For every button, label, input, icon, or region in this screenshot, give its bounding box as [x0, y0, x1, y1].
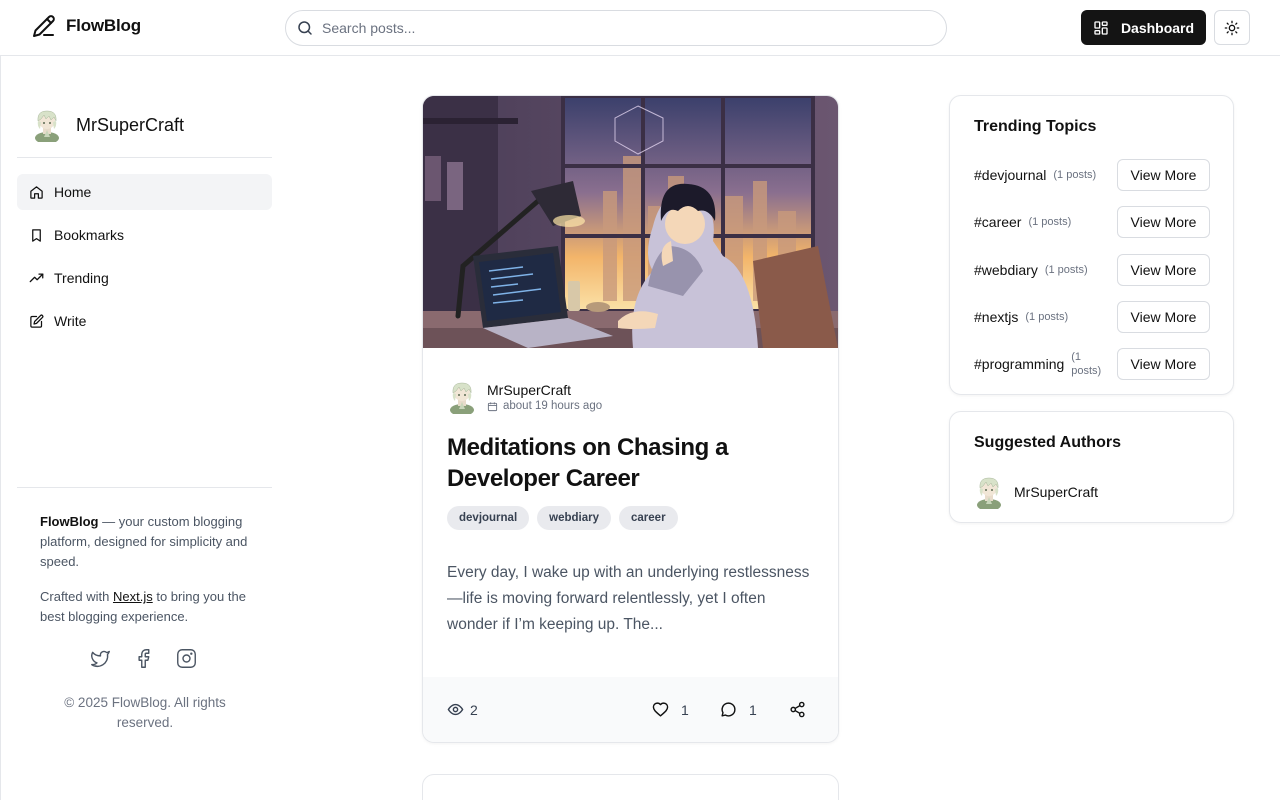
- sidebar-divider: [17, 487, 272, 488]
- sidebar-item-label: Bookmarks: [54, 227, 125, 243]
- post-card[interactable]: [422, 774, 839, 800]
- post-title[interactable]: Meditations on Chasing a Developer Caree…: [447, 432, 817, 494]
- sidebar-item-home[interactable]: Home: [17, 174, 272, 210]
- topic-name[interactable]: #nextjs: [974, 309, 1018, 325]
- trending-icon: [29, 273, 44, 282]
- share-button[interactable]: [789, 701, 806, 718]
- nextjs-link[interactable]: Next.js: [113, 589, 153, 604]
- post-excerpt: Every day, I wake up with an underlying …: [447, 564, 810, 633]
- eye-icon: [447, 703, 464, 716]
- topic-count: (1 posts): [1028, 216, 1072, 228]
- comment-button[interactable]: 1: [720, 701, 757, 718]
- twitter-icon[interactable]: [90, 648, 111, 669]
- brand-name: FlowBlog: [66, 16, 141, 35]
- facebook-icon[interactable]: [133, 648, 154, 669]
- sidebar-item-label: Write: [54, 313, 87, 329]
- topic-count: (1 posts): [1053, 169, 1097, 181]
- topic-name[interactable]: #devjournal: [974, 167, 1046, 183]
- search-input[interactable]: [322, 20, 922, 36]
- avatar: [32, 108, 62, 142]
- topic-count: (1 posts): [1044, 264, 1088, 276]
- topic-name[interactable]: #webdiary: [974, 262, 1038, 278]
- sidebar-item-bookmarks[interactable]: Bookmarks: [17, 217, 272, 253]
- calendar-icon: [487, 401, 498, 411]
- left-border: [0, 56, 1, 800]
- like-count: 1: [681, 701, 689, 718]
- tag-chip[interactable]: career: [619, 506, 678, 530]
- dashboard-label: Dashboard: [1120, 19, 1195, 36]
- instagram-icon[interactable]: [176, 648, 197, 669]
- topic-count: (1 posts): [1025, 311, 1069, 323]
- author-meta: MrSuperCraft about 19 hours ago: [487, 382, 602, 412]
- sidebar-item-label: Home: [54, 184, 92, 200]
- search-bar[interactable]: [285, 10, 947, 46]
- topic-count: (1 posts): [1071, 351, 1102, 377]
- post-cover-image: [423, 96, 838, 348]
- suggested-authors-widget: Suggested Authors MrSuperCraft: [949, 411, 1234, 523]
- write-icon: [30, 314, 44, 328]
- post-footer: 2 1 1: [423, 677, 838, 742]
- sidebar-item-write[interactable]: Write: [17, 303, 272, 339]
- topic-row: #career (1 posts) View More: [974, 206, 1210, 238]
- trending-topics-widget: Trending Topics #devjournal (1 posts) Vi…: [949, 95, 1234, 395]
- about-text: FlowBlog — your custom blogging platform…: [40, 514, 248, 569]
- view-more-button[interactable]: View More: [1117, 254, 1210, 286]
- post-time: about 19 hours ago: [487, 400, 602, 412]
- brand-logo[interactable]: FlowBlog: [32, 14, 141, 38]
- view-more-button[interactable]: View More: [1117, 348, 1210, 380]
- topic-name[interactable]: #programming: [974, 356, 1064, 372]
- sidebar-item-trending[interactable]: Trending: [17, 260, 272, 296]
- author-avatar: [974, 475, 1004, 509]
- theme-toggle-button[interactable]: [1214, 10, 1250, 45]
- post-tags: devjournal webdiary career: [447, 506, 678, 530]
- suggested-author-name: MrSuperCraft: [1014, 484, 1099, 500]
- search-icon: [298, 21, 312, 35]
- topic-name[interactable]: #career: [974, 214, 1021, 230]
- share-icon: [790, 701, 805, 718]
- home-icon: [30, 185, 43, 199]
- pen-icon: [33, 15, 55, 37]
- view-more-button[interactable]: View More: [1117, 206, 1210, 238]
- dashboard-button[interactable]: Dashboard: [1081, 10, 1206, 45]
- topic-row: #programming (1 posts) View More: [974, 348, 1210, 380]
- view-more-button[interactable]: View More: [1117, 159, 1210, 191]
- like-button[interactable]: 1: [652, 701, 689, 718]
- top-navbar: FlowBlog Dashboard: [0, 0, 1280, 56]
- suggested-author-item[interactable]: MrSuperCraft: [974, 475, 1098, 509]
- view-count-value: 2: [470, 701, 478, 718]
- crafted-text: Crafted with Next.js to bring you the be…: [40, 589, 246, 624]
- view-more-button[interactable]: View More: [1117, 301, 1210, 333]
- trending-title: Trending Topics: [974, 118, 1097, 135]
- post-author-row[interactable]: MrSuperCraft about 19 hours ago: [447, 380, 602, 414]
- sun-icon: [1224, 20, 1240, 35]
- post-card[interactable]: MrSuperCraft about 19 hours ago Meditati…: [422, 95, 839, 743]
- post-time-text: about 19 hours ago: [503, 400, 603, 412]
- author-name: MrSuperCraft: [487, 382, 572, 398]
- about-section: FlowBlog — your custom blogging platform…: [40, 512, 255, 642]
- heart-icon: [652, 702, 669, 717]
- tag-chip[interactable]: devjournal: [447, 506, 530, 530]
- profile-name: MrSuperCraft: [76, 114, 185, 135]
- sidebar-profile[interactable]: MrSuperCraft: [32, 108, 184, 142]
- suggested-title: Suggested Authors: [974, 434, 1121, 451]
- sidebar-divider: [17, 157, 272, 158]
- topic-row: #devjournal (1 posts) View More: [974, 159, 1210, 191]
- copyright-text: © 2025 FlowBlog. All rights reserved.: [64, 695, 226, 730]
- bookmark-icon: [32, 228, 41, 242]
- sidebar-nav: Home Bookmarks Trending Write: [17, 174, 272, 346]
- sidebar-item-label: Trending: [54, 270, 109, 286]
- comment-icon: [721, 702, 736, 717]
- view-count: 2: [447, 701, 478, 718]
- dashboard-icon: [1094, 20, 1108, 35]
- tag-chip[interactable]: webdiary: [537, 506, 612, 530]
- about-brand: FlowBlog: [40, 514, 99, 529]
- topic-row: #webdiary (1 posts) View More: [974, 254, 1210, 286]
- author-avatar: [447, 380, 477, 414]
- social-links: [90, 648, 197, 669]
- comment-count: 1: [749, 701, 757, 718]
- topic-row: #nextjs (1 posts) View More: [974, 301, 1210, 333]
